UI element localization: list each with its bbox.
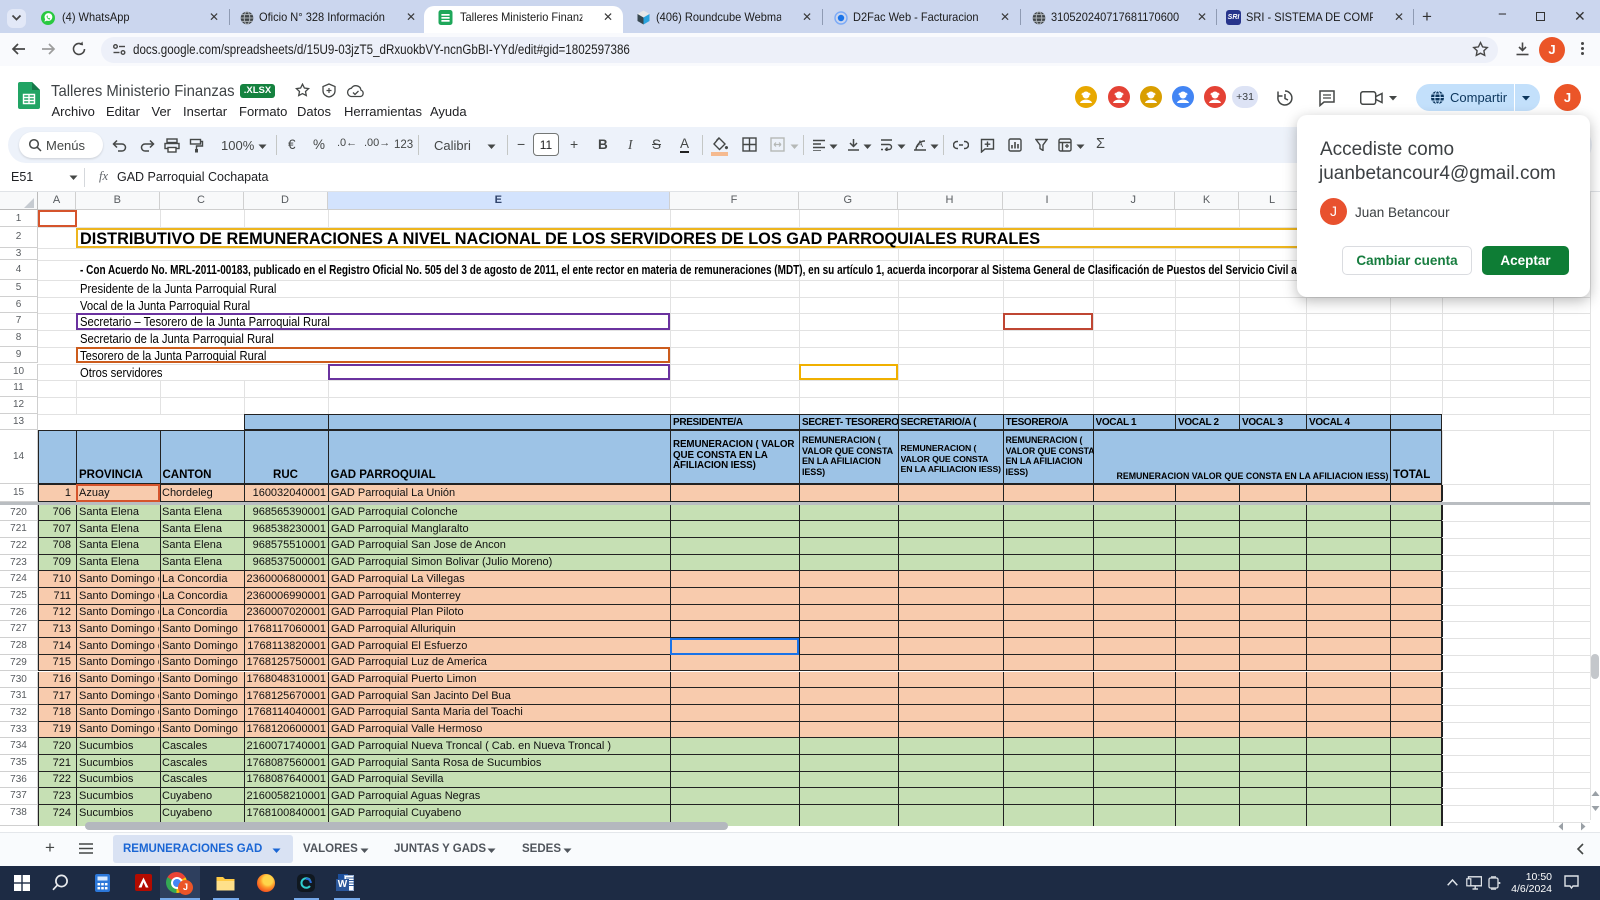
svg-text:A: A (917, 139, 923, 149)
